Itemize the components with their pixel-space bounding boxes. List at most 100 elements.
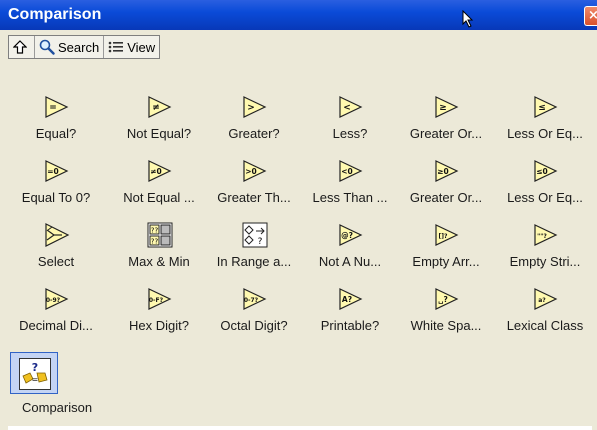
palette-item-empty-array[interactable]: []? Empty Arr...	[398, 222, 494, 280]
svg-text:<0: <0	[341, 167, 353, 176]
palette-item-not-a-number[interactable]: @? Not A Nu...	[302, 222, 398, 280]
svg-text:??: ??	[151, 238, 159, 246]
search-label: Search	[58, 39, 100, 55]
palette-item-less-than-zero[interactable]: <0 Less Than ...	[302, 158, 398, 216]
palette-item-less-or-equal[interactable]: ≤ Less Or Eq...	[497, 94, 593, 152]
not-a-number-icon: @?	[338, 222, 364, 248]
octal-digit-icon: 0-7?	[242, 286, 268, 312]
empty-string-icon: ""?	[533, 222, 559, 248]
greater-than-zero-icon: >0	[242, 158, 268, 184]
svg-text:=: =	[32, 375, 39, 384]
palette-item-greater-or-equal-zero[interactable]: ≥0 Greater Or...	[398, 158, 494, 216]
palette-item-not-equal-to-zero[interactable]: ≠0 Not Equal ...	[111, 158, 207, 216]
palette-item-octal-digit[interactable]: 0-7? Octal Digit?	[206, 286, 302, 344]
palette-item-label: Max & Min	[128, 254, 190, 269]
palette-item-label: Less Than ...	[312, 190, 388, 205]
palette-item-equal-to-zero[interactable]: =0 Equal To 0?	[8, 158, 104, 216]
comparison-palette-window: Comparison × Search View = Equal? ≠ Not …	[0, 0, 597, 430]
svg-text:=: =	[49, 103, 57, 113]
palette-item-label: White Spa...	[410, 318, 482, 333]
palette-item-label: Printable?	[320, 318, 380, 333]
comparison-subpalette-icon: ? =	[19, 358, 51, 390]
view-list-icon	[108, 41, 124, 53]
palette-item-empty-string[interactable]: ""? Empty Stri...	[497, 222, 593, 280]
up-button[interactable]	[9, 36, 35, 58]
palette-item-white-space[interactable]: ␣? White Spa...	[398, 286, 494, 344]
svg-text:@?: @?	[341, 231, 353, 240]
palette-item-label: In Range a...	[216, 254, 292, 269]
view-button[interactable]: View	[104, 36, 159, 58]
window-title: Comparison	[8, 6, 102, 23]
up-arrow-icon	[13, 40, 27, 54]
close-button[interactable]: ×	[584, 6, 597, 26]
palette-item-label: Equal To 0?	[21, 190, 91, 205]
palette-item-greater-or-equal[interactable]: ≥ Greater Or...	[398, 94, 494, 152]
greater-or-equal-zero-icon: ≥0	[434, 158, 460, 184]
palette-item-not-equal[interactable]: ≠ Not Equal?	[111, 94, 207, 152]
svg-text:??: ??	[151, 227, 159, 235]
less-than-zero-icon: <0	[338, 158, 364, 184]
palette-item-greater-than-zero[interactable]: >0 Greater Th...	[206, 158, 302, 216]
toolbar-area: Search View	[0, 30, 597, 60]
svg-text:≥: ≥	[439, 103, 447, 113]
palette-item-hex-digit[interactable]: 0-F? Hex Digit?	[111, 286, 207, 344]
palette-item-label: Empty Stri...	[509, 254, 581, 269]
palette-item-in-range-and-coerce[interactable]: ? In Range a...	[206, 222, 302, 280]
title-bar[interactable]: Comparison ×	[0, 0, 597, 30]
svg-text:≤0: ≤0	[536, 167, 548, 176]
svg-text:>0: >0	[245, 167, 257, 176]
svg-text:<: <	[343, 103, 351, 113]
not-equal-icon: ≠	[147, 94, 173, 120]
not-equal-to-zero-icon: ≠0	[147, 158, 173, 184]
palette-item-max-and-min[interactable]: ???? Max & Min	[111, 222, 207, 280]
printable-icon: A?	[338, 286, 364, 312]
greater-or-equal-icon: ≥	[434, 94, 460, 120]
search-icon	[39, 39, 55, 55]
svg-text:A?: A?	[342, 295, 352, 304]
palette-item-label: Greater Or...	[409, 126, 483, 141]
equal-icon: =	[44, 94, 70, 120]
palette-item-label: Empty Arr...	[412, 254, 480, 269]
palette-item-equal[interactable]: = Equal?	[8, 94, 104, 152]
lexical-class-icon: a?	[533, 286, 559, 312]
comparison-subpalette-tile[interactable]: ? =	[10, 352, 58, 394]
svg-text:=0: =0	[47, 167, 59, 176]
greater-icon: >	[242, 94, 268, 120]
search-button[interactable]: Search	[35, 36, 105, 58]
mouse-cursor-icon	[462, 10, 474, 28]
svg-text:>: >	[247, 103, 255, 113]
palette-item-less-or-equal-zero[interactable]: ≤0 Less Or Eq...	[497, 158, 593, 216]
less-or-equal-icon: ≤	[533, 94, 559, 120]
svg-text:≥0: ≥0	[437, 167, 449, 176]
empty-array-icon: []?	[434, 222, 460, 248]
svg-text:0-7?: 0-7?	[244, 297, 259, 304]
max-and-min-icon: ????	[147, 222, 173, 248]
palette-item-label: Select	[37, 254, 75, 269]
palette-item-select[interactable]: Select	[8, 222, 104, 280]
palette-item-label: Less?	[332, 126, 368, 141]
palette-item-label: Lexical Class	[506, 318, 584, 333]
svg-text:≠0: ≠0	[150, 167, 162, 176]
palette-item-label: Not Equal?	[126, 126, 192, 141]
svg-text:?: ?	[32, 361, 38, 374]
palette-item-label: Decimal Di...	[19, 318, 93, 333]
svg-text:0-F?: 0-F?	[149, 297, 164, 304]
svg-text:""?: ""?	[537, 233, 547, 240]
palette-item-less[interactable]: < Less?	[302, 94, 398, 152]
palette-item-label: Not A Nu...	[318, 254, 382, 269]
palette-item-label: Less Or Eq...	[507, 126, 583, 141]
palette-item-lexical-class[interactable]: a? Lexical Class	[497, 286, 593, 344]
white-space-icon: ␣?	[434, 286, 460, 312]
palette-item-greater[interactable]: > Greater?	[206, 94, 302, 152]
svg-text:≤: ≤	[538, 103, 546, 113]
palette-item-decimal-digit[interactable]: 0-9? Decimal Di...	[8, 286, 104, 344]
palette-item-label: Greater Th...	[217, 190, 291, 205]
palette-item-label: Not Equal ...	[123, 190, 195, 205]
equal-to-zero-icon: =0	[44, 158, 70, 184]
palette-item-printable[interactable]: A? Printable?	[302, 286, 398, 344]
window-border-left	[0, 30, 8, 430]
in-range-and-coerce-icon: ?	[242, 222, 268, 248]
svg-text:≠: ≠	[152, 103, 160, 113]
palette-item-label: Less Or Eq...	[507, 190, 583, 205]
select-icon	[44, 222, 70, 248]
